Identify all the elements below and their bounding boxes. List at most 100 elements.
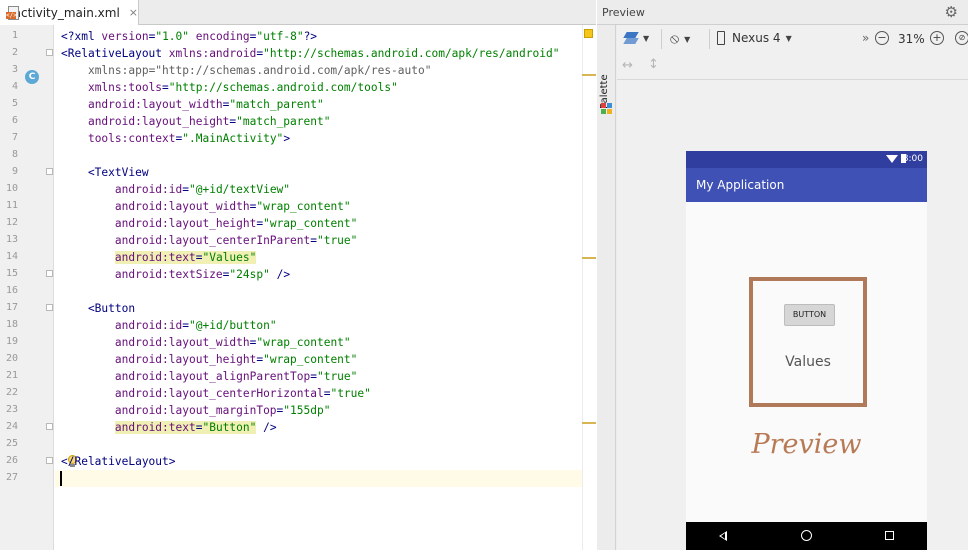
code-line: android:text="Button" /> [61,419,277,436]
line-number: 4 [11,81,18,92]
zoom-fit-button[interactable]: ⊘ [955,31,968,45]
line-number: 20 [5,353,18,364]
gear-icon[interactable]: ⚙ [945,3,958,21]
preview-textview-widget[interactable]: Values [753,354,863,370]
palette-icon[interactable] [601,103,612,114]
zoom-out-button[interactable]: − [875,31,889,45]
warning-stripe[interactable] [582,422,596,424]
line-number: 23 [5,404,18,415]
code-token: "utf-8" [256,30,304,43]
code-token: android:layout_height [114,353,257,366]
design-surface-button[interactable]: ▼ [623,32,650,45]
close-tab-icon[interactable]: × [129,6,138,19]
fold-marker-icon[interactable] [46,49,53,56]
home-icon[interactable] [801,530,812,541]
warning-indicator-icon[interactable] [584,29,593,38]
tab-label: activity_main.xml [13,5,120,20]
xml-file-icon: </> [6,5,19,20]
fold-marker-icon[interactable] [46,304,53,311]
code-token: "true" [330,387,371,400]
line-number: 12 [5,217,18,228]
line-number: 9 [11,166,18,177]
fold-marker-icon[interactable] [46,168,53,175]
warning-stripe[interactable] [582,74,596,76]
phone-icon [717,31,725,45]
line-number: 3 [11,64,18,75]
status-time: 8:00 [902,154,923,164]
current-line-highlight [55,470,582,487]
preview-header: Preview ⚙ [597,0,968,25]
orientation-button[interactable]: ⦸ ▼ [670,31,690,47]
code-token: "155dp" [283,404,331,417]
line-number: 8 [11,149,18,160]
editor-scrollbar[interactable] [582,25,596,550]
warning-stripe[interactable] [582,257,596,259]
chevron-down-icon: ▼ [643,34,650,43]
zoom-out-icon: − [875,31,889,45]
code-token: xmlns:android [168,47,257,60]
code-token: android:layout_alignParentTop [114,370,311,383]
recents-icon[interactable] [885,531,894,540]
preview-toolbar-secondary: ↔ ↕ [617,53,968,80]
code-token: android:layout_marginTop [114,404,277,417]
fold-marker-icon[interactable] [46,270,53,277]
code-token: xmlns:tools [87,81,163,94]
editor-tab-bar: </> activity_main.xml × [0,0,596,25]
class-marker-icon[interactable]: C [25,70,39,84]
code-token: "true" [316,234,358,247]
code-token: <RelativeLayout [61,47,169,60]
line-number: 14 [5,251,18,262]
line-number: 24 [5,421,18,432]
code-token: "http://schemas.android.com/tools" [168,81,398,94]
code-line: android:layout_centerInParent="true" [61,232,358,249]
code-line: android:layout_width="match_parent" [61,96,324,113]
preview-button-widget[interactable]: BUTTON [784,304,835,326]
preview-toolbar: ▼ ⦸ ▼ Nexus 4 ▼ » − 31% + ⊘ [617,25,968,53]
zoom-in-button[interactable]: + [930,31,944,45]
code-token: = [162,81,169,94]
code-line: android:text="Values" [61,249,257,266]
back-icon[interactable] [719,531,727,541]
device-selector[interactable]: Nexus 4 ▼ [717,31,792,45]
code-token: android:id [114,183,183,196]
status-bar: 8:00 [686,151,927,168]
line-number: 2 [11,47,18,58]
line-number: 17 [5,302,18,313]
code-token: "http://schemas.android.com/apk/res/andr… [263,47,560,60]
code-token: android:layout_width [114,336,250,349]
code-token: android:textSize [114,268,223,281]
tab-activity-main-xml[interactable]: </> activity_main.xml × [0,0,139,25]
code-token: android:layout_centerHorizontal [114,387,324,400]
phone-content: BUTTON Values Preview [686,202,927,522]
line-number: 27 [5,472,18,483]
code-token: = [182,183,189,196]
code-token: android:text [114,421,196,434]
palette-strip: Palette [597,25,616,550]
fold-marker-icon[interactable] [46,457,53,464]
chevron-down-icon: ▼ [785,33,792,43]
code-area[interactable]: <?xml version="1.0" encoding="utf-8"?> <R… [55,25,582,550]
nav-bar [686,522,927,550]
vertical-resize-icon[interactable]: ↕ [648,57,659,72]
horizontal-resize-icon[interactable]: ↔ [622,58,633,73]
code-token: </RelativeLayout> [61,455,176,468]
code-token: /> [269,268,291,281]
chevron-down-icon: ▼ [684,34,691,44]
overflow-icon[interactable]: » [862,31,869,45]
zoom-level: 31% [898,32,925,46]
code-line: android:id="@+id/textView" [61,181,290,198]
fold-marker-icon[interactable] [46,423,53,430]
code-token: "@+id/textView" [189,183,291,196]
code-line: android:layout_height="match_parent" [61,113,331,130]
code-token: "wrap_content" [256,336,351,349]
palette-tab[interactable]: Palette [599,59,610,109]
